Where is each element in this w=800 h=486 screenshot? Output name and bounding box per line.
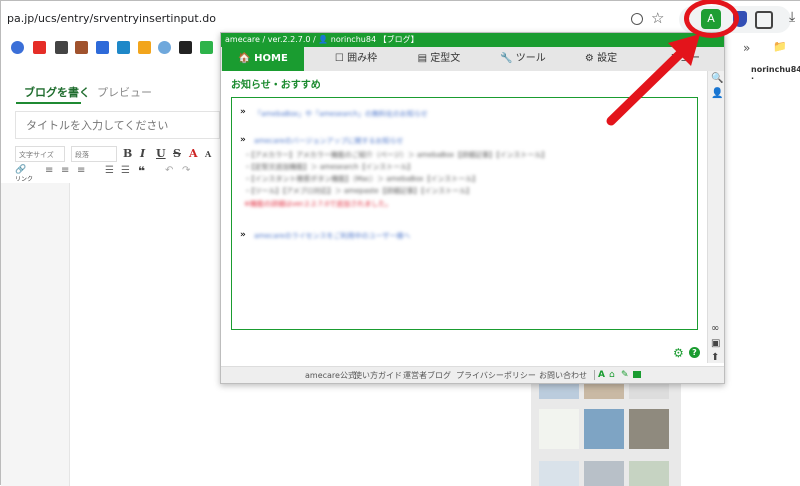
link-icon[interactable]: ∞ [711,323,719,334]
bold-button[interactable]: B [123,147,132,160]
gallery-thumbnail[interactable] [629,409,669,449]
popup-heading: お知らせ・おすすめ [231,80,321,91]
news-item[interactable]: ・【インスタント検索ボタン機能】（Mac）＞ amebaBox【インストール】 [244,174,479,184]
gallery-thumbnail[interactable] [584,461,624,486]
nav-tools[interactable]: 🔧 ツール [483,47,563,71]
background-color-button[interactable]: A [205,149,211,159]
zoom-icon[interactable] [631,13,643,25]
align-right-icon[interactable]: ≡ [77,165,85,176]
home-icon[interactable]: ⌂ [609,367,617,380]
nav-template[interactable]: ▤ 定型文 [399,47,479,71]
font-color-button[interactable]: A [189,147,198,160]
gear-icon[interactable]: ⚙ [673,346,684,360]
bookmark-star-icon[interactable]: ☆ [651,9,664,27]
tab-preview[interactable]: プレビュー [97,84,152,100]
footer-link-official[interactable]: amecare公式 [305,367,356,383]
url-text[interactable]: pa.jp/ucs/entry/srventryinsertinput.do [7,12,216,25]
image-icon[interactable]: ▣ [711,338,720,349]
news-notice: ※機能の詳細はver.2.2.7.0で追加されました。 [244,200,393,208]
footer-link-privacy[interactable]: プライバシーポリシー [456,367,536,383]
news-box: » 「amebaBox」や「amesearch」の無料化のお知らせ » amec… [231,97,698,330]
amazon-icon[interactable] [179,41,192,54]
align-center-icon[interactable]: ≡ [61,165,69,176]
gallery-thumbnail[interactable] [629,383,669,399]
bookmark-icon[interactable] [96,41,109,54]
news-bullet-icon: » [240,135,246,145]
news-item[interactable]: ・【ツール】【アメブロ対応】＞ amepaste【詳細記事】【インストール】 [244,186,473,196]
news-bullet-icon: » [240,107,246,117]
editor-toolbar-row2: 🔗 リンク ≡ ≡ ≡ ☰ ☰ ❝ ↶ ↷ [15,164,220,183]
align-left-icon[interactable]: ≡ [45,165,53,176]
title-input[interactable] [15,111,220,139]
news-bullet-icon: » [240,230,246,240]
bookmark-icon[interactable] [117,41,130,54]
image-icon[interactable] [633,371,641,378]
nav-frame[interactable]: ☐ 囲み枠 [316,47,396,71]
gallery-thumbnail[interactable] [584,383,624,399]
download-icon[interactable]: ⤓ [789,9,795,25]
popup-footer: amecare公式 使い方ガイド 運営者ブログ プライバシーポリシー お問い合わ… [221,366,724,383]
bookmark-icon[interactable] [75,41,88,54]
underline-button[interactable]: U [156,147,166,160]
image-gallery [531,383,681,486]
footer-link-guide[interactable]: 使い方ガイド [354,367,402,383]
bookmark-icon[interactable] [158,41,171,54]
footer-divider [594,370,595,380]
strikethrough-button[interactable]: S [173,147,181,160]
redo-icon[interactable]: ↷ [182,165,190,176]
news-item[interactable]: 「amebaBox」や「amesearch」の無料化のお知らせ [254,109,428,119]
annotation-arrow [606,34,700,126]
editor-body[interactable] [69,183,222,486]
gallery-thumbnail[interactable] [539,461,579,486]
news-item[interactable]: ・【定型文追加機能】＞ amesearch【インストール】 [244,162,414,172]
upload-icon[interactable]: ⬆ [711,352,719,363]
news-item[interactable]: ・【アメカラー】アメカラー機能のご紹介（ページ）＞ amebaBox【詳細記事】… [244,150,548,160]
user-name[interactable]: norinchu84 · [751,65,800,83]
folder-icon[interactable]: 📁 [773,40,787,53]
footer-link-blog[interactable]: 運営者ブログ [403,367,451,383]
undo-icon[interactable]: ↶ [165,165,173,176]
help-icon[interactable]: ? [689,347,700,358]
bookmark-icon[interactable] [138,41,151,54]
font-size-select[interactable]: 文字サイズ [15,146,65,162]
news-item[interactable]: amecareのライセンスをご利用中のユーザー様へ [254,231,410,241]
link-label: リンク [15,176,34,183]
youtube-icon[interactable] [33,41,46,54]
paragraph-select[interactable]: 段落 [71,146,117,162]
quote-icon[interactable]: ❝ [138,164,145,178]
gallery-thumbnail[interactable] [539,409,579,449]
gallery-thumbnail[interactable] [539,383,579,399]
news-item[interactable]: amecareのバージョンアップに関するお知らせ [254,136,403,146]
amecare-logo-icon[interactable]: A [598,367,606,380]
bookmark-icon[interactable] [55,41,68,54]
bookmark-icon[interactable] [11,41,24,54]
more-bookmarks-icon[interactable]: » [743,41,750,55]
active-tab-indicator [16,102,81,104]
numbered-list-icon[interactable]: ☰ [121,165,130,176]
tab-write[interactable]: ブログを書く [24,84,90,100]
gallery-thumbnail[interactable] [629,461,669,486]
italic-button[interactable]: I [140,147,145,160]
puzzle-extensions-icon[interactable] [755,11,773,29]
footer-link-contact[interactable]: お問い合わせ [539,367,587,383]
gallery-thumbnail[interactable] [584,409,624,449]
bullet-list-icon[interactable]: ☰ [105,165,114,176]
editor-toolbar: 文字サイズ 段落 B I U S A A [15,146,220,164]
nav-home[interactable]: 🏠 HOME [222,47,304,71]
bookmark-icon[interactable] [200,41,213,54]
pencil-icon[interactable]: ✎ [621,367,629,380]
